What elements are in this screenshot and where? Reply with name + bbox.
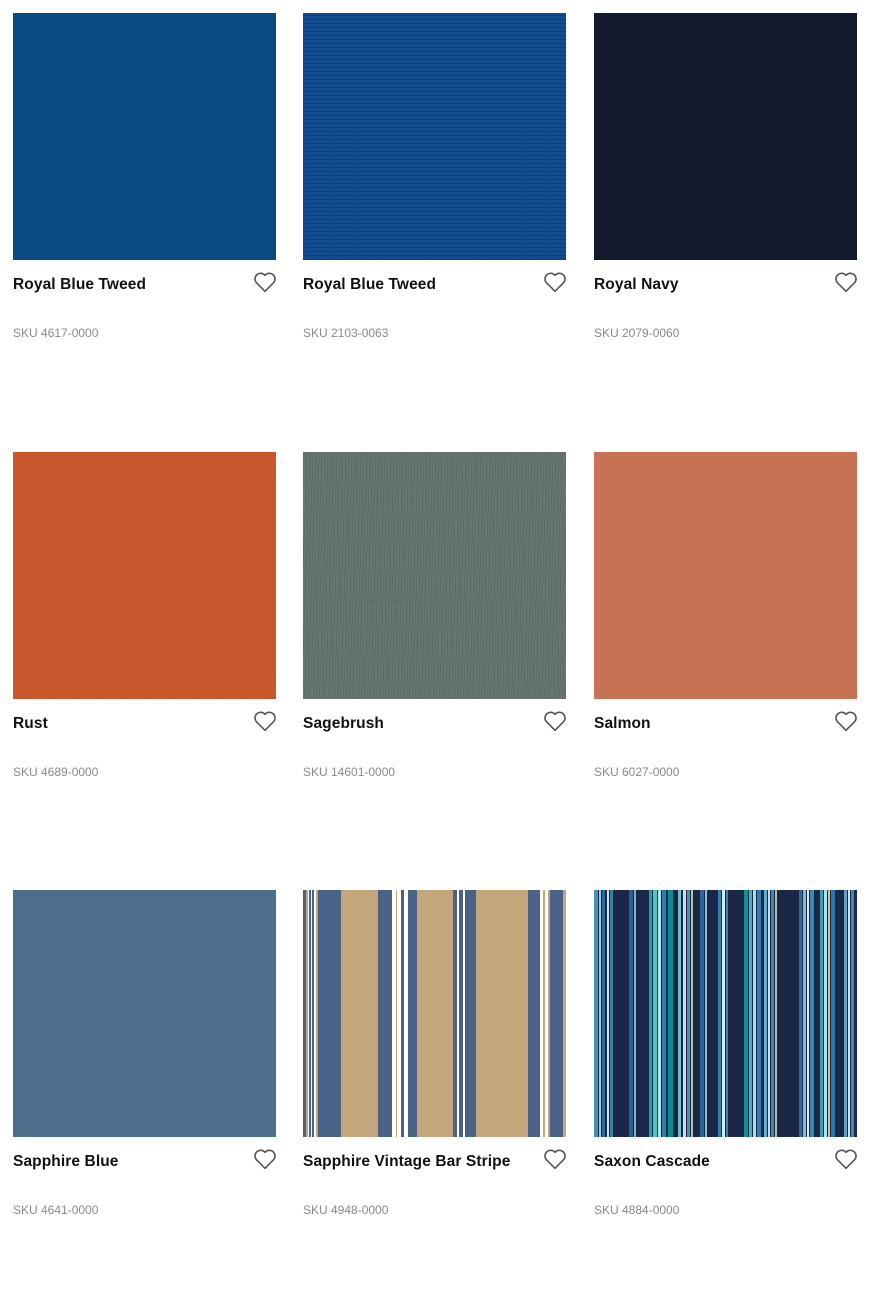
heart-outline-icon xyxy=(835,711,857,732)
swatch-image[interactable] xyxy=(594,452,857,699)
favorite-button[interactable] xyxy=(834,1148,858,1170)
favorite-button[interactable] xyxy=(253,271,277,293)
heart-outline-icon xyxy=(254,272,276,293)
favorite-button[interactable] xyxy=(834,710,858,732)
swatch-image[interactable] xyxy=(13,452,276,699)
product-card[interactable]: Royal Blue Tweed SKU 4617-0000 xyxy=(13,13,277,353)
product-grid: Royal Blue Tweed SKU 4617-0000 Royal Blu… xyxy=(0,0,870,1300)
product-card[interactable]: Salmon SKU 6027-0000 xyxy=(594,452,858,792)
swatch-image[interactable] xyxy=(594,890,857,1137)
favorite-button[interactable] xyxy=(543,710,567,732)
swatch-image[interactable] xyxy=(13,890,276,1137)
heart-outline-icon xyxy=(544,272,566,293)
stripe-pattern xyxy=(594,890,857,1137)
product-name[interactable]: Royal Blue Tweed xyxy=(303,272,533,298)
product-name[interactable]: Royal Blue Tweed xyxy=(13,272,243,298)
product-card[interactable]: Sagebrush SKU 14601-0000 xyxy=(303,452,567,792)
product-sku: SKU 4689-0000 xyxy=(13,765,99,779)
product-name[interactable]: Saxon Cascade xyxy=(594,1149,824,1175)
swatch-image[interactable] xyxy=(303,890,566,1137)
product-sku: SKU 4617-0000 xyxy=(13,326,99,340)
favorite-button[interactable] xyxy=(253,1148,277,1170)
heart-outline-icon xyxy=(254,1149,276,1170)
stripe-pattern xyxy=(303,890,566,1137)
product-card[interactable]: Royal Navy SKU 2079-0060 xyxy=(594,13,858,353)
favorite-button[interactable] xyxy=(543,1148,567,1170)
product-sku: SKU 2103-0063 xyxy=(303,326,389,340)
product-card[interactable]: Saxon Cascade SKU 4884-0000 xyxy=(594,890,858,1230)
heart-outline-icon xyxy=(835,1149,857,1170)
product-sku: SKU 4884-0000 xyxy=(594,1203,680,1217)
heart-outline-icon xyxy=(544,711,566,732)
heart-outline-icon xyxy=(835,272,857,293)
product-card[interactable]: Sapphire Vintage Bar Stripe SKU 4948-000… xyxy=(303,890,567,1230)
swatch-image[interactable] xyxy=(303,13,566,260)
product-name[interactable]: Salmon xyxy=(594,711,824,737)
product-card[interactable]: Sapphire Blue SKU 4641-0000 xyxy=(13,890,277,1230)
product-name[interactable]: Sapphire Vintage Bar Stripe xyxy=(303,1149,533,1175)
product-sku: SKU 4641-0000 xyxy=(13,1203,99,1217)
favorite-button[interactable] xyxy=(253,710,277,732)
product-name[interactable]: Sapphire Blue xyxy=(13,1149,243,1175)
swatch-image[interactable] xyxy=(303,452,566,699)
swatch-image[interactable] xyxy=(13,13,276,260)
favorite-button[interactable] xyxy=(543,271,567,293)
product-sku: SKU 2079-0060 xyxy=(594,326,680,340)
product-sku: SKU 14601-0000 xyxy=(303,765,396,779)
heart-outline-icon xyxy=(544,1149,566,1170)
product-card[interactable]: Rust SKU 4689-0000 xyxy=(13,452,277,792)
product-sku: SKU 6027-0000 xyxy=(594,765,680,779)
product-card[interactable]: Royal Blue Tweed SKU 2103-0063 xyxy=(303,13,567,353)
product-name[interactable]: Royal Navy xyxy=(594,272,824,298)
heart-outline-icon xyxy=(254,711,276,732)
product-name[interactable]: Sagebrush xyxy=(303,711,533,737)
product-sku: SKU 4948-0000 xyxy=(303,1203,389,1217)
product-name[interactable]: Rust xyxy=(13,711,243,737)
swatch-image[interactable] xyxy=(594,13,857,260)
favorite-button[interactable] xyxy=(834,271,858,293)
